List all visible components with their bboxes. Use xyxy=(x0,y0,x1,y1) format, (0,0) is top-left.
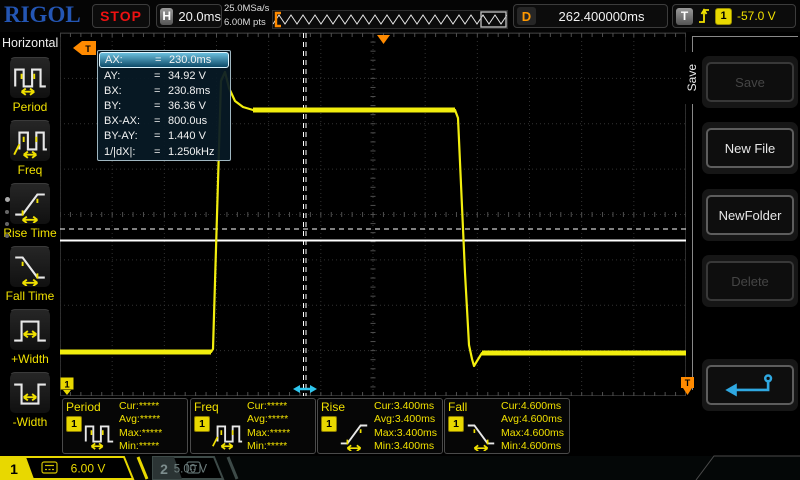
rising-edge-icon xyxy=(697,7,711,25)
fall-time-icon xyxy=(9,246,51,288)
cursor-row-inv-dx: 1/|dX|: = 1.250kHz xyxy=(98,144,230,159)
fall-time-icon xyxy=(464,417,498,451)
svg-text:1: 1 xyxy=(64,380,70,391)
menu-item-minus-width[interactable]: -Width xyxy=(0,372,60,429)
cursor-row-by: BY: = 36.36 V xyxy=(98,98,230,113)
menu-item-label: -Width xyxy=(0,415,60,429)
source-badge: 1 xyxy=(66,416,82,432)
new-folder-button[interactable]: NewFolder xyxy=(706,195,794,235)
svg-text:T: T xyxy=(85,44,91,54)
menu-item-fall-time[interactable]: Fall Time xyxy=(0,246,60,303)
menu-item-label: Rise Time xyxy=(0,226,60,240)
sample-rate: 25.0MSa/s xyxy=(224,2,274,16)
menu-item-label: +Width xyxy=(0,352,60,366)
menu-item-label: Fall Time xyxy=(0,289,60,303)
measurement-cell-freq: Freq 1 Cur:*****Avg:***** Max:*****Min:*… xyxy=(190,398,316,454)
svg-text:6.00 V: 6.00 V xyxy=(71,462,106,476)
measurement-cell-fall: Fall 1 Cur:4.600msAvg:4.600ms Max:4.600m… xyxy=(444,398,570,454)
memory-depth: 6.00M pts xyxy=(224,16,274,30)
run-state-indicator: STOP xyxy=(92,4,150,28)
trigger-offscreen-left-marker: T xyxy=(73,41,96,55)
waveform-display: T AX: = 230.0ms AY: = 34.92 V BX: = 230.… xyxy=(60,33,686,396)
cursor-row-ay: AY: = 34.92 V xyxy=(98,68,230,83)
channel2-status[interactable]: 2 5.00 V xyxy=(152,456,244,480)
source-badge: 1 xyxy=(448,416,464,432)
svg-text:T: T xyxy=(685,378,691,388)
trigger-badge: T xyxy=(676,8,693,25)
menu-item-label: Period xyxy=(0,100,60,114)
svg-text:1: 1 xyxy=(10,461,18,477)
status-corner-divider xyxy=(688,455,800,480)
timebase-value: 20.0ms xyxy=(178,9,221,24)
channel-status-bar: 1 6.00 V 2 5.00 V xyxy=(0,456,800,480)
delay-value: 262.400000ms xyxy=(536,9,667,24)
acquisition-info: 25.0MSa/s 6.00M pts xyxy=(224,2,274,30)
menu-item-plus-width[interactable]: +Width xyxy=(0,309,60,366)
trigger-source-badge: 1 xyxy=(715,8,732,25)
menu-title: Horizontal xyxy=(2,36,58,50)
period-icon xyxy=(82,417,116,451)
rise-time-icon xyxy=(337,417,371,451)
trigger-level-clamp-marker: T xyxy=(680,376,696,396)
memory-waveform-preview xyxy=(272,10,508,29)
cursor-drag-handle[interactable] xyxy=(293,383,317,395)
timebase-box: H 20.0ms xyxy=(156,4,222,28)
oscilloscope-screen: RIGOL STOP H 20.0ms 25.0MSa/s 6.00M pts … xyxy=(0,0,800,480)
svg-text:5.00 V: 5.00 V xyxy=(174,464,208,476)
cursor-row-bx-ax: BX-AX: = 800.0us xyxy=(98,114,230,129)
channel1-level-marker[interactable]: 1 xyxy=(60,377,74,396)
rise-time-icon xyxy=(9,183,51,225)
save-menu-panel: Save Save New File NewFolder Delete xyxy=(686,32,800,396)
delay-badge: D xyxy=(517,7,536,25)
plus-width-icon xyxy=(9,309,51,351)
measurement-cell-period: Period 1 Cur:*****Avg:***** Max:*****Min… xyxy=(62,398,188,454)
minus-width-icon xyxy=(9,372,51,414)
cursor-row-bx: BX: = 230.8ms xyxy=(98,83,230,98)
menu-item-period[interactable]: Period xyxy=(0,57,60,114)
delete-button[interactable]: Delete xyxy=(706,261,794,301)
cursor-row-ax: AX: = 230.0ms xyxy=(99,52,229,68)
menu-item-freq[interactable]: Freq xyxy=(0,120,60,177)
menu-item-rise-time[interactable]: Rise Time xyxy=(0,183,60,240)
source-badge: 1 xyxy=(194,416,210,432)
delay-box: D 262.400000ms xyxy=(513,4,668,28)
horizontal-badge: H xyxy=(160,8,173,25)
channel1-status[interactable]: 1 6.00 V xyxy=(0,456,150,480)
run-state-label: STOP xyxy=(100,8,142,24)
trigger-box: T 1 -57.0 V xyxy=(672,4,796,28)
measurement-bar: Period 1 Cur:*****Avg:***** Max:*****Min… xyxy=(60,397,686,456)
top-status-bar: RIGOL STOP H 20.0ms 25.0MSa/s 6.00M pts … xyxy=(0,0,800,33)
horizontal-measure-menu: Horizontal Period Freq Rise Time Fall Ti… xyxy=(0,32,60,456)
source-badge: 1 xyxy=(321,416,337,432)
new-file-button[interactable]: New File xyxy=(706,128,794,168)
freq-icon xyxy=(9,120,51,162)
cursor-row-by-ay: BY-AY: = 1.440 V xyxy=(98,129,230,144)
rigol-logo: RIGOL xyxy=(4,2,90,30)
return-arrow-icon xyxy=(718,371,782,399)
preview-window-box xyxy=(481,12,506,27)
trigger-level-value: -57.0 V xyxy=(737,9,776,23)
enter-button[interactable] xyxy=(706,365,794,405)
svg-text:2: 2 xyxy=(160,461,168,477)
menu-item-label: Freq xyxy=(0,163,60,177)
horizontal-center-marker xyxy=(377,35,390,44)
measurement-cell-rise: Rise 1 Cur:3.400msAvg:3.400ms Max:3.400m… xyxy=(317,398,443,454)
menu-tab-save: Save xyxy=(684,52,700,104)
cursor-readout-box: AX: = 230.0ms AY: = 34.92 V BX: = 230.8m… xyxy=(97,50,231,161)
freq-icon xyxy=(210,417,244,451)
save-button[interactable]: Save xyxy=(706,62,794,102)
period-icon xyxy=(9,57,51,99)
